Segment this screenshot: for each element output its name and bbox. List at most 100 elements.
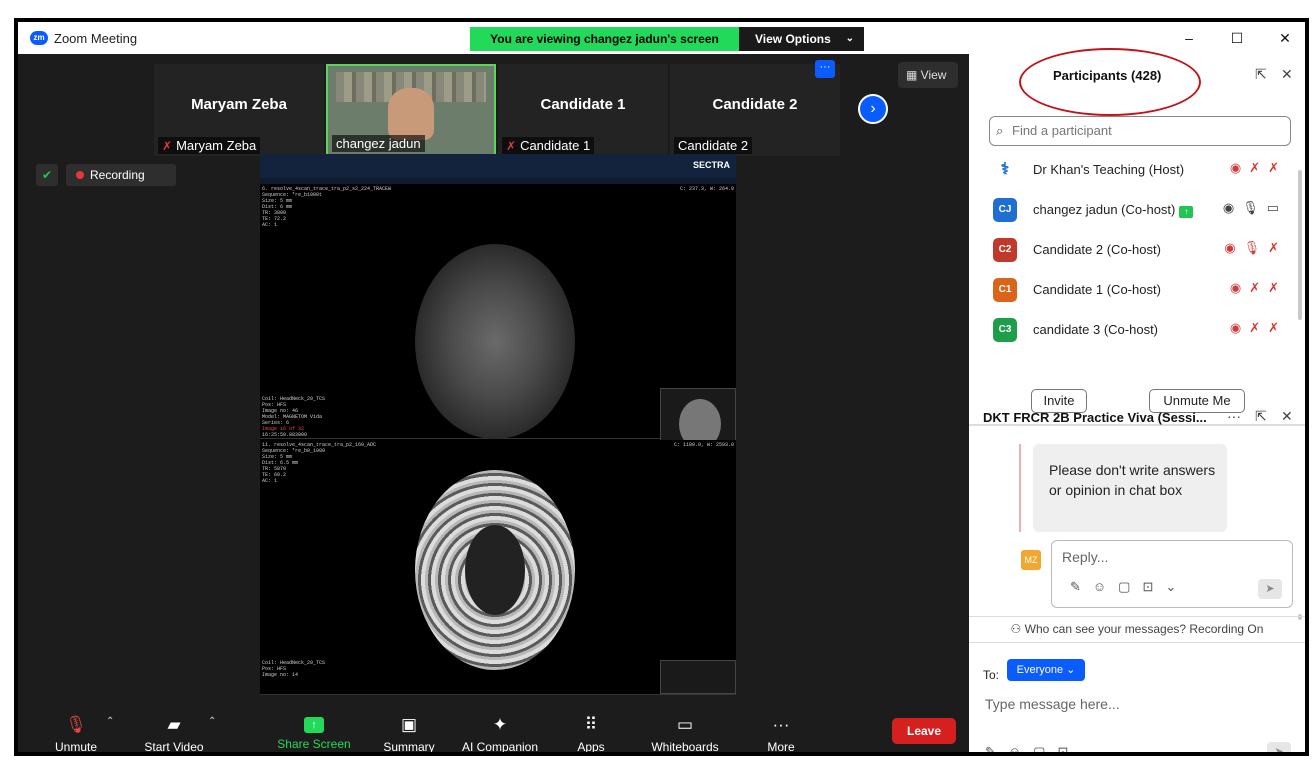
annotation-circle bbox=[1019, 48, 1201, 116]
meeting-toolbar: 🎙 Unmute ⌃ ▰ Start Video ⌃ ↑ Share Scree… bbox=[18, 714, 969, 752]
video-thumbnail-active-speaker[interactable]: changez jadun bbox=[326, 64, 496, 156]
more-button[interactable]: ··· More bbox=[758, 714, 804, 752]
video-off-icon: ▰ bbox=[167, 715, 181, 734]
window-title: Zoom Meeting bbox=[54, 31, 138, 46]
whiteboards-button[interactable]: ▭ Whiteboards bbox=[644, 714, 726, 752]
more-options-button[interactable]: ··· bbox=[815, 60, 835, 78]
window-level: C: 1180.0, W: 2593.0 bbox=[673, 442, 734, 448]
unmute-button[interactable]: 🎙 Unmute bbox=[48, 714, 104, 752]
maximize-button[interactable]: ☐ bbox=[1222, 28, 1252, 48]
chevron-down-icon: ⌄ bbox=[845, 33, 854, 44]
shield-icon[interactable]: ✔ bbox=[36, 164, 58, 186]
series-info: 11. resolve_4scan_trace_tra_p2_160_ADC Se… bbox=[262, 442, 377, 484]
recording-indicator[interactable]: Recording bbox=[66, 164, 176, 186]
chevron-down-icon: ⌄ bbox=[1066, 664, 1076, 676]
whiteboard-icon: ▭ bbox=[676, 715, 694, 734]
share-screen-button[interactable]: ↑ Share Screen bbox=[272, 714, 356, 752]
reply-input[interactable]: Reply... ✎☺▢⊡⌄ ➤ bbox=[1051, 540, 1293, 608]
participant-row[interactable]: C1 Candidate 1 (Co-host) ◉✗✗ bbox=[969, 270, 1305, 310]
brain-scan-image bbox=[415, 244, 575, 439]
chat-format-icons[interactable]: ✎☺▢⊡⌄ bbox=[985, 744, 1103, 752]
host-logo-icon: ⚕ bbox=[1000, 161, 1010, 178]
avatar: CJ bbox=[993, 198, 1017, 222]
send-icon[interactable]: ➤ bbox=[1267, 742, 1291, 752]
participant-status-icons: ◉✗✗ bbox=[1229, 160, 1287, 175]
close-button[interactable]: ✕ bbox=[1270, 28, 1300, 48]
more-dots-icon[interactable]: ··· bbox=[1227, 408, 1241, 424]
ai-companion-button[interactable]: ✦ AI Companion bbox=[456, 714, 544, 752]
zoom-window: zm Zoom Meeting You are viewing changez … bbox=[14, 18, 1309, 756]
leave-button[interactable]: Leave bbox=[892, 718, 956, 744]
participant-name: Candidate 2 (Co-host) bbox=[1033, 242, 1161, 257]
chat-title: DKT FRCR 2B Practice Viva (Sessi... bbox=[983, 410, 1207, 425]
video-thumbnail[interactable]: Candidate 1 ✗ Candidate 1 bbox=[498, 64, 668, 156]
search-icon: ⌕ bbox=[996, 123, 1004, 138]
participant-video bbox=[388, 88, 434, 140]
chat-message: Please don't write answers or opinion in… bbox=[1033, 444, 1227, 532]
participant-row[interactable]: C3 candidate 3 (Co-host) ◉✗✗ bbox=[969, 310, 1305, 350]
localizer-thumbnail[interactable] bbox=[660, 660, 736, 694]
avatar: C3 bbox=[993, 318, 1017, 342]
series-info: 6. resolve_4scan_trace_tra_p2_s2_224_TRA… bbox=[262, 186, 392, 228]
video-thumbnail[interactable]: Candidate 2 Candidate 2 bbox=[670, 64, 840, 156]
chevron-up-icon[interactable]: ⌃ bbox=[106, 716, 114, 727]
popout-icon[interactable]: ⇱ bbox=[1255, 408, 1267, 425]
participant-name: Candidate 1 bbox=[540, 96, 626, 113]
panel-divider bbox=[969, 616, 1305, 617]
shared-screen: SECTRA 6. resolve_4scan_trace_tra_p2_s2_… bbox=[260, 154, 736, 695]
participant-label: changez jadun bbox=[332, 135, 425, 152]
search-participants-input[interactable]: ⌕ Find a participant bbox=[989, 116, 1291, 146]
people-icon: ⚇ bbox=[1010, 622, 1025, 636]
message-visibility[interactable]: ⚇ Who can see your messages? Recording O… bbox=[969, 622, 1305, 636]
participants-header: Participants (428) ⇱ ✕ bbox=[969, 48, 1305, 116]
close-icon[interactable]: ✕ bbox=[1281, 66, 1293, 83]
chat-scrollbar[interactable] bbox=[1298, 614, 1302, 620]
participant-row[interactable]: C2 Candidate 2 (Co-host) ◉🎙✗ bbox=[969, 230, 1305, 270]
view-button[interactable]: ▦ View bbox=[898, 62, 958, 88]
participant-status-icons: ◉🎙▭ bbox=[1222, 200, 1287, 215]
meeting-area: Maryam Zeba ✗ Maryam Zeba changez jadun C… bbox=[18, 54, 969, 752]
chevron-up-icon[interactable]: ⌃ bbox=[208, 716, 216, 727]
minimize-button[interactable]: – bbox=[1174, 28, 1204, 48]
chat-message-text: Please don't write answers or opinion in… bbox=[1049, 462, 1216, 498]
participants-scrollbar[interactable] bbox=[1298, 170, 1302, 320]
summary-button[interactable]: ▣ Summary bbox=[376, 714, 442, 752]
viewing-screen-banner: You are viewing changez jadun's screen bbox=[470, 27, 739, 51]
close-icon[interactable]: ✕ bbox=[1281, 408, 1293, 425]
view-options-label: View Options bbox=[755, 32, 831, 46]
popout-icon[interactable]: ⇱ bbox=[1255, 66, 1267, 83]
grid-icon: ▦ bbox=[906, 68, 921, 82]
participant-name: Candidate 1 (Co-host) bbox=[1033, 282, 1161, 297]
apps-button[interactable]: ⠿ Apps bbox=[568, 714, 614, 752]
participant-row[interactable]: CJ changez jadun (Co-host) ↑ ◉🎙▭ bbox=[969, 190, 1305, 230]
window-level: C: 237.3, W: 264.9 bbox=[679, 186, 734, 192]
start-video-button[interactable]: ▰ Start Video bbox=[134, 714, 214, 752]
participant-label: Candidate 2 bbox=[674, 137, 753, 154]
avatar: C2 bbox=[993, 238, 1017, 262]
participant-name: Maryam Zeba bbox=[191, 96, 287, 113]
reply-format-icons[interactable]: ✎☺▢⊡⌄ bbox=[1070, 579, 1188, 595]
summary-icon: ▣ bbox=[400, 715, 418, 734]
participant-row[interactable]: ⚕ Dr Khan's Teaching (Host) ◉✗✗ bbox=[969, 150, 1305, 190]
participant-name: changez jadun (Co-host) ↑ bbox=[1033, 202, 1194, 218]
participant-status-icons: ◉✗✗ bbox=[1229, 280, 1287, 295]
participant-label: ✗ Maryam Zeba bbox=[158, 137, 261, 154]
apps-icon: ⠿ bbox=[584, 715, 598, 734]
recipient-select[interactable]: Everyone ⌄ bbox=[1007, 659, 1085, 681]
participant-name: candidate 3 (Co-host) bbox=[1033, 322, 1159, 337]
sharing-icon: ↑ bbox=[1179, 206, 1194, 218]
avatar: MZ bbox=[1021, 550, 1041, 570]
muted-mic-icon: ✗ bbox=[162, 139, 173, 153]
view-options-button[interactable]: View Options ⌄ bbox=[739, 27, 864, 51]
chevron-right-icon: › bbox=[870, 100, 876, 117]
video-thumbnail[interactable]: Maryam Zeba ✗ Maryam Zeba bbox=[154, 64, 324, 156]
mri-pane-dwi: 6. resolve_4scan_trace_tra_p2_s2_224_TRA… bbox=[260, 184, 736, 456]
participant-label: ✗ Candidate 1 bbox=[502, 137, 595, 154]
send-icon[interactable]: ➤ bbox=[1258, 579, 1282, 599]
chat-input[interactable]: Type message here... bbox=[985, 696, 1120, 712]
next-page-button[interactable]: › bbox=[858, 94, 888, 124]
scan-footer: Coil: HeadNeck_20_TCS Pos: HFS Image no: 4… bbox=[262, 396, 326, 438]
sparkle-icon: ✦ bbox=[492, 715, 508, 734]
avatar: C1 bbox=[993, 278, 1017, 302]
side-panel: Participants (428) ⇱ ✕ ⌕ Find a particip… bbox=[969, 48, 1305, 752]
